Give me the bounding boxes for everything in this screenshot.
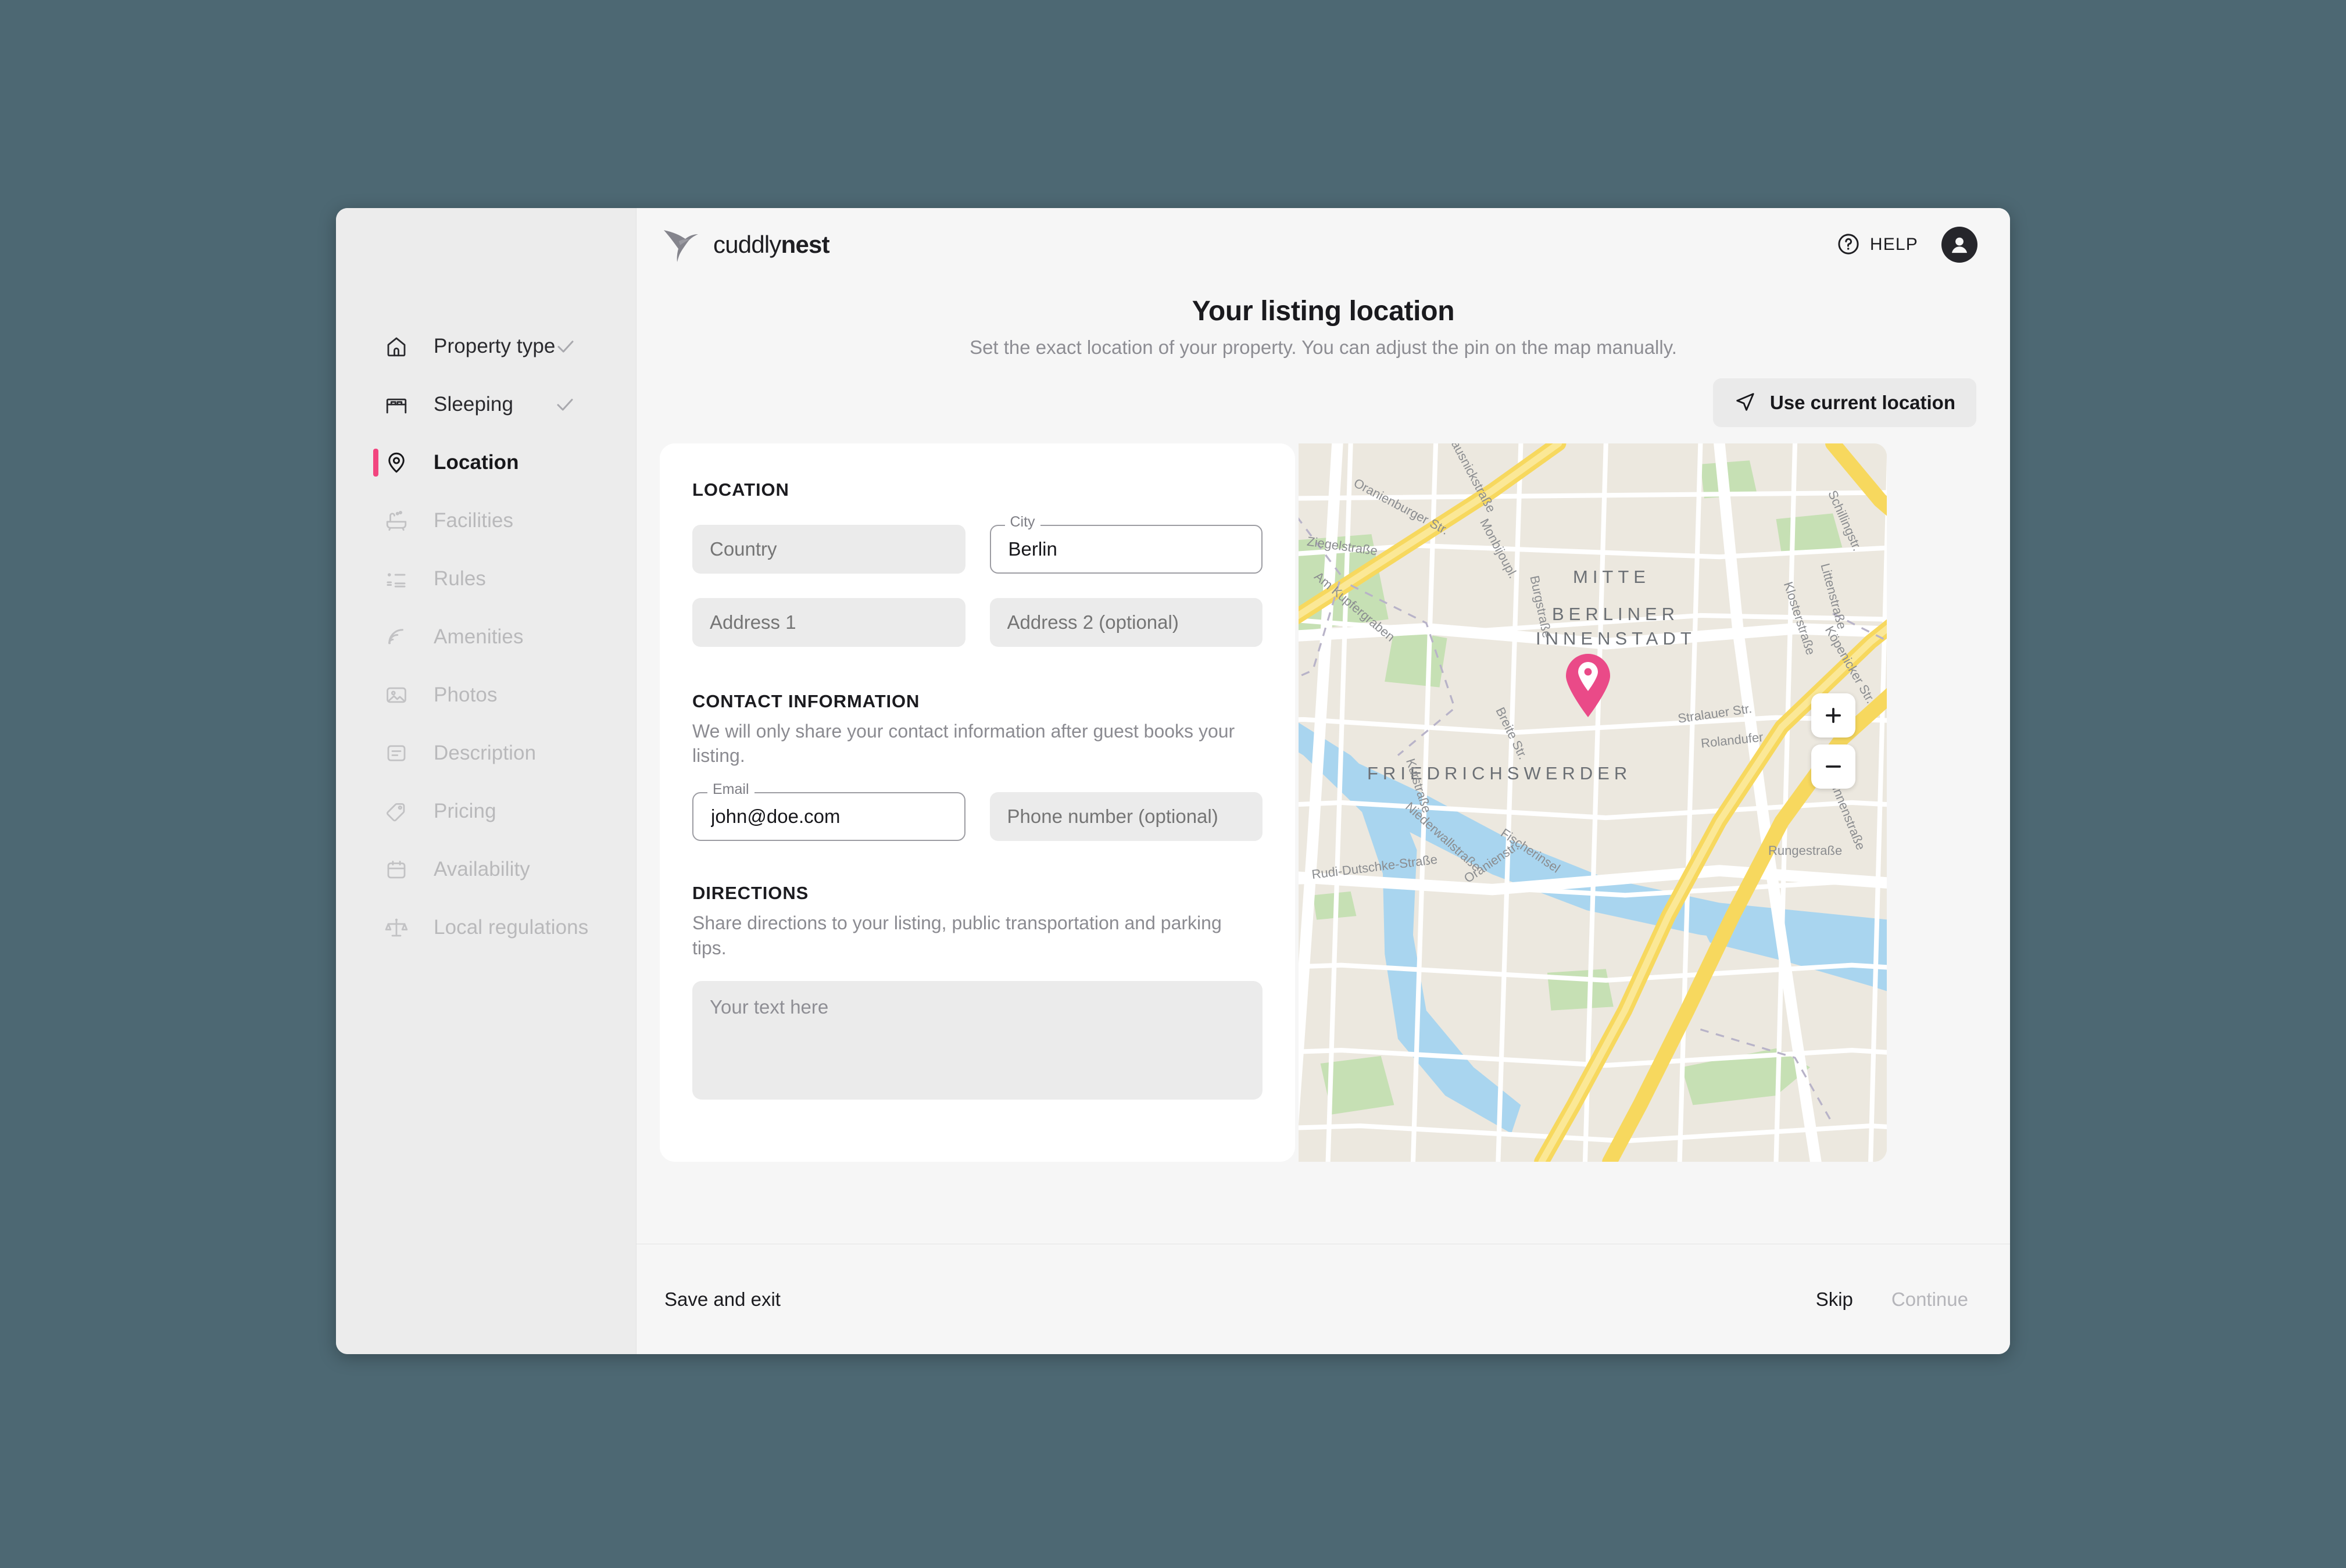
- email-input[interactable]: [692, 792, 965, 842]
- address1-input[interactable]: [692, 598, 965, 647]
- directions-section: DIRECTIONS Share directions to your list…: [692, 883, 1263, 1102]
- bathtub-icon: [384, 508, 409, 534]
- image-icon: [384, 682, 409, 708]
- sidebar-item-rules[interactable]: Rules: [336, 550, 636, 608]
- page-header: Your listing location Set the exact loca…: [636, 295, 2010, 359]
- sidebar-item-location[interactable]: Location: [336, 434, 636, 492]
- location-form-card: LOCATION City: [660, 443, 1295, 1162]
- sidebar-item-label: Description: [434, 742, 537, 764]
- location-map[interactable]: MITTE BERLINER INNENSTADT FRIEDRICHSWERD…: [1299, 443, 1887, 1162]
- map-canvas: [1299, 443, 1887, 1162]
- map-pin-icon: [384, 450, 409, 475]
- phone-field-wrapper: [989, 792, 1263, 842]
- sidebar-item-pricing[interactable]: Pricing: [336, 782, 636, 840]
- sidebar-item-amenities[interactable]: Amenities: [336, 608, 636, 666]
- location-section-heading: LOCATION: [692, 479, 789, 500]
- location-pin-marker[interactable]: [1563, 653, 1613, 718]
- brand-wordmark: cuddlynest: [713, 231, 830, 258]
- bed-icon: [384, 392, 409, 417]
- sidebar-item-label: Photos: [434, 683, 498, 706]
- city-input[interactable]: [989, 525, 1263, 574]
- brand-logo[interactable]: cuddlynest: [662, 227, 830, 263]
- help-label: HELP: [1869, 235, 1918, 254]
- sidebar-item-label: Pricing: [434, 800, 496, 822]
- hummingbird-icon: [662, 227, 705, 263]
- address2-input[interactable]: [989, 598, 1263, 647]
- sidebar-item-label: Amenities: [434, 625, 524, 648]
- sidebar-item-property-type[interactable]: Property type: [336, 317, 636, 375]
- wizard-footer: Save and exit Skip Continue: [636, 1244, 2010, 1354]
- sidebar-item-label: Local regulations: [434, 916, 589, 939]
- active-indicator: [373, 449, 378, 477]
- main-content: cuddlynest HELP Your listing location Se…: [636, 208, 2010, 1354]
- top-bar: cuddlynest HELP: [636, 208, 2010, 281]
- use-current-location-button[interactable]: Use current location: [1712, 378, 1976, 427]
- map-zoom-controls: [1811, 693, 1855, 789]
- check-icon: [555, 336, 576, 357]
- country-field-wrapper: [692, 525, 965, 574]
- app-window: Property type Sleeping Location Faciliti…: [336, 208, 2010, 1354]
- list-icon: [384, 566, 409, 592]
- map-zoom-out-button[interactable]: [1811, 744, 1855, 789]
- sidebar-item-label: Location: [434, 451, 519, 474]
- calendar-icon: [384, 857, 409, 882]
- phone-input[interactable]: [989, 792, 1263, 842]
- email-field-wrapper: Email: [692, 782, 965, 842]
- footer-actions: Skip Continue: [1816, 1288, 1968, 1311]
- use-current-location-row: Use current location: [636, 378, 2010, 427]
- help-button[interactable]: HELP: [1836, 232, 1918, 258]
- continue-button[interactable]: Continue: [1891, 1288, 1968, 1311]
- page-subtitle: Set the exact location of your property.…: [970, 336, 1677, 358]
- sidebar-item-label: Sleeping: [434, 393, 514, 416]
- scales-icon: [384, 915, 409, 940]
- contact-field-row: Email: [692, 782, 1263, 842]
- directions-textarea[interactable]: [692, 980, 1263, 1100]
- location-field-row-2: [692, 598, 1263, 647]
- sidebar-item-label: Availability: [434, 858, 530, 880]
- directions-section-heading: DIRECTIONS: [692, 883, 809, 904]
- save-and-exit-button[interactable]: Save and exit: [664, 1288, 781, 1311]
- wifi-icon: [384, 624, 409, 650]
- use-current-location-label: Use current location: [1769, 392, 1955, 413]
- directions-section-description: Share directions to your listing, public…: [692, 912, 1222, 958]
- country-input[interactable]: [692, 525, 965, 574]
- address2-field-wrapper: [989, 598, 1263, 647]
- text-box-icon: [384, 740, 409, 766]
- city-field-legend: City: [1004, 515, 1040, 529]
- home-icon: [384, 334, 409, 359]
- account-circle-icon[interactable]: [1941, 227, 1977, 263]
- skip-button[interactable]: Skip: [1816, 1288, 1853, 1311]
- check-icon: [555, 394, 575, 415]
- email-field-legend: Email: [707, 782, 754, 797]
- top-bar-actions: HELP: [1836, 227, 1977, 263]
- contact-information-section: CONTACT INFORMATION We will only share y…: [692, 691, 1263, 842]
- sidebar-item-label: Facilities: [434, 509, 514, 532]
- address1-field-wrapper: [692, 598, 965, 647]
- contact-section-description: We will only share your contact informat…: [692, 721, 1235, 767]
- sidebar-item-description[interactable]: Description: [336, 724, 636, 782]
- page-title: Your listing location: [1192, 296, 1455, 327]
- sidebar-item-label: Rules: [434, 567, 486, 590]
- sidebar-item-facilities[interactable]: Facilities: [336, 492, 636, 550]
- contact-section-heading: CONTACT INFORMATION: [692, 691, 920, 711]
- sidebar-item-sleeping[interactable]: Sleeping: [336, 375, 636, 434]
- sidebar-item-local-regulations[interactable]: Local regulations: [336, 898, 636, 957]
- question-circle-icon: [1836, 232, 1861, 258]
- navigation-arrow-icon: [1734, 391, 1756, 415]
- map-zoom-in-button[interactable]: [1811, 693, 1855, 738]
- city-field-wrapper: City: [989, 515, 1263, 574]
- sidebar-item-photos[interactable]: Photos: [336, 666, 636, 724]
- tag-icon: [384, 799, 409, 824]
- sidebar-nav: Property type Sleeping Location Faciliti…: [336, 208, 636, 1354]
- location-field-row-1: City: [692, 515, 1263, 574]
- sidebar-item-availability[interactable]: Availability: [336, 840, 636, 898]
- content-area: LOCATION City: [636, 443, 2010, 1244]
- sidebar-item-label: Property type: [434, 335, 556, 357]
